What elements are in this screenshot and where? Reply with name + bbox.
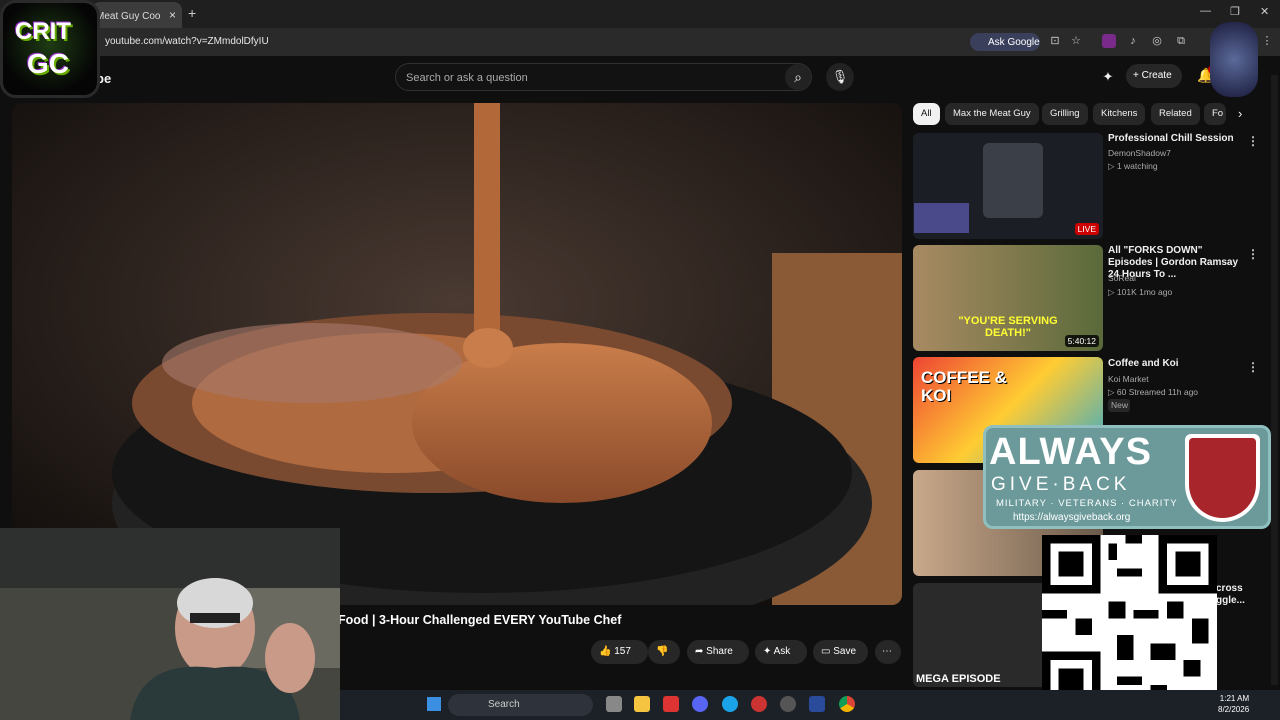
more-options-icon[interactable]: ⋮	[1247, 134, 1259, 148]
close-tab-icon[interactable]: ×	[169, 8, 176, 22]
crit-gc-logo: CRIT GC	[0, 0, 100, 98]
logo-line-1: CRIT	[15, 18, 71, 45]
thumb-text: MEGA EPISODE	[916, 673, 1001, 685]
thumb-text: "YOU'RE SERVING DEATH!"	[958, 315, 1058, 339]
more-options-icon[interactable]: ⋮	[1247, 247, 1259, 261]
browser-tab[interactable]: Meat Guy Coo ×	[92, 2, 182, 28]
ask-button[interactable]: ✦ Ask	[755, 640, 807, 664]
like-count: 157	[614, 646, 631, 657]
team-emblem	[1210, 22, 1258, 97]
video-title: Food | 3-Hour Challenged EVERY YouTube C…	[338, 613, 622, 627]
menu-dots-icon[interactable]: ⋮	[1260, 34, 1274, 48]
chip-related[interactable]: Related	[1151, 103, 1200, 125]
chrome-icon[interactable]	[839, 696, 855, 712]
settings-gear-icon[interactable]	[780, 696, 796, 712]
chevron-right-icon[interactable]: ›	[1238, 106, 1242, 121]
live-badge: LIVE	[1074, 223, 1099, 235]
search-input[interactable]: Search or ask a question	[395, 63, 812, 91]
mic-icon[interactable]: 🎙	[826, 63, 854, 91]
new-tab-button[interactable]: +	[188, 5, 196, 21]
rec-meta: ▷ 101K 1mo ago	[1108, 287, 1173, 297]
clock-time: 1:21 AM	[1219, 694, 1250, 703]
rec-meta: ▷ 1 watching	[1108, 161, 1158, 171]
app-icon[interactable]	[663, 696, 679, 712]
qr-code	[1042, 535, 1217, 710]
banner-subtitle: GIVE·BACK	[991, 474, 1131, 495]
windows-start-icon[interactable]	[427, 697, 441, 711]
gemini-icon[interactable]: ✦	[1100, 69, 1116, 85]
new-badge: New	[1108, 399, 1130, 412]
edge-icon[interactable]	[722, 696, 738, 712]
scrollbar[interactable]	[1271, 75, 1278, 685]
create-label: Create	[1141, 70, 1172, 81]
maps-icon[interactable]	[751, 696, 767, 712]
close-window-icon[interactable]: ✕	[1260, 5, 1269, 18]
banner-title: ALWAYS	[989, 431, 1152, 473]
logo-line-2: GC	[27, 48, 69, 79]
more-actions-button[interactable]: ⋯	[875, 640, 901, 664]
chip-kitchens[interactable]: Kitchens	[1093, 103, 1146, 125]
extension-icon[interactable]	[1102, 34, 1116, 48]
clock-date: 8/2/2026	[1218, 705, 1250, 714]
share-label: Share	[706, 646, 733, 657]
taskbar-search[interactable]: Search	[448, 694, 593, 716]
task-view-icon[interactable]	[606, 696, 622, 712]
search-icon[interactable]: ⌕	[785, 64, 811, 90]
ask-label: Ask	[773, 646, 791, 657]
rec-title[interactable]: cross ggle...	[1216, 583, 1246, 607]
dislike-button[interactable]: 👎	[648, 640, 680, 664]
ask-google-label: Ask Google	[988, 37, 1040, 48]
shield-icon	[1185, 434, 1260, 522]
ask-google-button[interactable]: Ask Google	[970, 33, 1040, 51]
chip-grilling[interactable]: Grilling	[1042, 103, 1088, 125]
extensions-puzzle-icon[interactable]: ⧉	[1174, 34, 1188, 48]
tab-title: Meat Guy Coo	[96, 11, 161, 22]
chip-all[interactable]: All	[913, 103, 940, 125]
bookmark-star-icon[interactable]: ☆	[1069, 34, 1083, 48]
duration-badge: 5:40:12	[1064, 335, 1099, 347]
vpn-icon[interactable]: ◎	[1150, 34, 1164, 48]
rec-title[interactable]: Professional Chill Session	[1108, 133, 1243, 145]
ea-icon[interactable]	[809, 696, 825, 712]
install-icon[interactable]: ⊡	[1048, 34, 1062, 48]
mute-icon[interactable]: ♪	[1126, 34, 1140, 48]
webcam-overlay	[0, 528, 340, 720]
banner-url: https://alwaysgiveback.org	[1013, 512, 1131, 523]
minimize-icon[interactable]: —	[1200, 5, 1211, 17]
chip-fo[interactable]: Fo	[1204, 103, 1226, 125]
always-give-back-banner: ALWAYS GIVE·BACK MILITARY · VETERANS · C…	[983, 425, 1271, 529]
banner-tagline: MILITARY · VETERANS · CHARITY	[996, 498, 1178, 509]
share-button[interactable]: ➦ Share	[687, 640, 749, 664]
more-options-icon[interactable]: ⋮	[1247, 360, 1259, 374]
discord-icon[interactable]	[692, 696, 708, 712]
create-button[interactable]: + Create	[1126, 64, 1182, 88]
like-button[interactable]: 👍 157	[591, 640, 648, 664]
rec-channel[interactable]: DemonShadow7	[1108, 147, 1248, 160]
chip-max-the-meat-guy[interactable]: Max the Meat Guy	[945, 103, 1039, 125]
rec-channel[interactable]: Koi Market	[1108, 373, 1248, 386]
save-label: Save	[833, 646, 857, 657]
file-explorer-icon[interactable]	[634, 696, 650, 712]
url-field[interactable]: youtube.com/watch?v=ZMmdolDfyIU	[105, 36, 269, 47]
rec-meta: ▷ 60 Streamed 11h ago	[1108, 387, 1199, 397]
rec-thumbnail-1[interactable]: LIVE	[913, 133, 1103, 239]
maximize-icon[interactable]: ❐	[1230, 5, 1240, 18]
rec-channel[interactable]: SoReal	[1108, 272, 1248, 285]
system-clock[interactable]: 1:21 AM 8/2/2026	[1218, 693, 1249, 715]
rec-title[interactable]: Coffee and Koi	[1108, 358, 1243, 370]
save-button[interactable]: ▭ Save	[813, 640, 868, 664]
thumb-text: COFFEE & KOI	[921, 368, 1007, 405]
rec-thumbnail-2[interactable]: "YOU'RE SERVING DEATH!" 5:40:12	[913, 245, 1103, 351]
